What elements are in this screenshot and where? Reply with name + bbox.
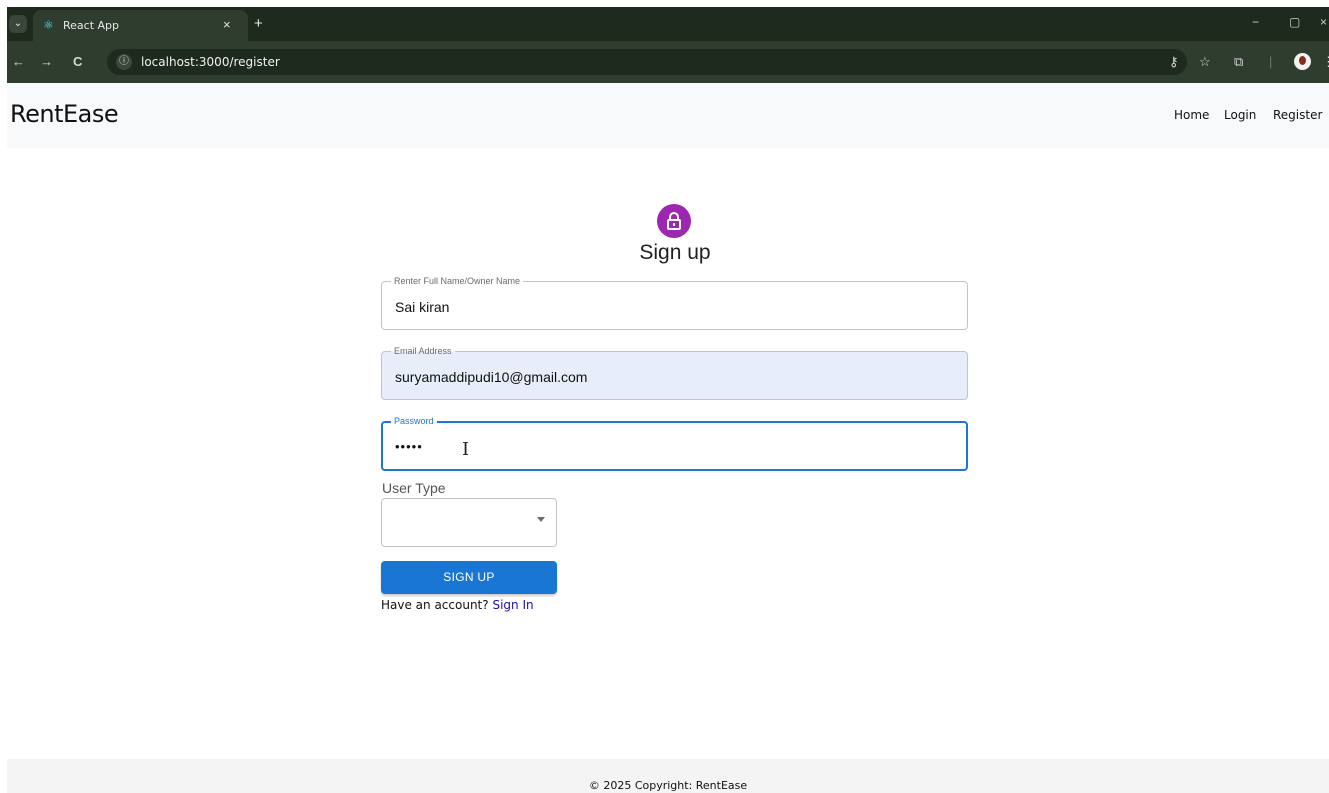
tab-title: React App <box>63 19 120 32</box>
footer-copyright: © 2025 Copyright: RentEase <box>588 779 748 792</box>
password-field[interactable]: Password ••••• I <box>381 416 968 471</box>
app-navbar: RentEase Home Login Register <box>7 83 1329 148</box>
restore-icon[interactable]: ▢ <box>1289 15 1300 29</box>
new-tab-icon[interactable]: + <box>254 15 263 32</box>
user-type-select[interactable] <box>381 498 557 547</box>
user-type-label: User Type <box>382 480 446 496</box>
address-bar[interactable]: ⓘ localhost:3000/register <box>107 49 1187 75</box>
site-info-icon[interactable]: ⓘ <box>116 54 132 70</box>
nav-link-register[interactable]: Register <box>1273 108 1322 122</box>
footer: © 2025 Copyright: RentEase <box>7 759 1329 793</box>
password-field-label: Password <box>391 416 437 427</box>
more-menu-icon[interactable]: ⋮ <box>1322 54 1329 70</box>
forward-arrow-icon[interactable]: → <box>40 54 53 69</box>
tab-strip: ⌄ ⚛ React App × + − ▢ × <box>7 7 1329 41</box>
address-toolbar: ← → C ⓘ localhost:3000/register ⚷ ☆ ⧉ | … <box>7 41 1329 83</box>
email-field-value[interactable]: suryamaddipudi10@gmail.com <box>395 369 587 385</box>
profile-avatar-icon[interactable] <box>1294 53 1311 70</box>
lock-icon <box>657 204 691 238</box>
toolbar-divider: | <box>1269 54 1273 69</box>
bookmark-star-icon[interactable]: ☆ <box>1199 54 1211 70</box>
reload-icon[interactable]: C <box>73 54 82 69</box>
nav-link-login[interactable]: Login <box>1224 108 1256 122</box>
form-title: Sign up <box>639 241 711 264</box>
password-key-icon[interactable]: ⚷ <box>1169 54 1179 70</box>
email-field[interactable]: Email Address suryamaddipudi10@gmail.com <box>381 346 968 400</box>
minimize-icon[interactable]: − <box>1252 15 1259 29</box>
name-field-value[interactable]: Sai kiran <box>395 299 449 315</box>
url-text[interactable]: localhost:3000/register <box>141 55 280 69</box>
browser-window: ⌄ ⚛ React App × + − ▢ × ← → C ⓘ localhos… <box>0 0 1329 793</box>
sign-in-link[interactable]: Sign In <box>492 598 533 612</box>
back-arrow-icon[interactable]: ← <box>12 54 25 69</box>
signup-button[interactable]: SIGN UP <box>381 561 557 594</box>
email-field-label: Email Address <box>391 346 455 357</box>
nav-link-home[interactable]: Home <box>1174 108 1209 122</box>
have-account-label: Have an account? <box>381 598 489 612</box>
text-cursor-icon: I <box>462 439 470 460</box>
dropdown-arrow-icon[interactable] <box>537 517 545 522</box>
tab-close-icon[interactable]: × <box>223 17 231 32</box>
name-field[interactable]: Renter Full Name/Owner Name Sai kiran <box>381 276 968 330</box>
extensions-icon[interactable]: ⧉ <box>1234 54 1243 70</box>
tab-react-app[interactable]: ⚛ React App × <box>33 10 248 41</box>
close-window-icon[interactable]: × <box>1320 15 1327 29</box>
name-field-label: Renter Full Name/Owner Name <box>391 276 524 287</box>
password-field-value[interactable]: ••••• <box>395 439 423 454</box>
have-account-text: Have an account? Sign In <box>381 598 534 612</box>
brand-logo[interactable]: RentEase <box>10 100 119 128</box>
react-favicon-icon: ⚛ <box>43 18 54 32</box>
tab-search-icon[interactable]: ⌄ <box>9 15 27 33</box>
